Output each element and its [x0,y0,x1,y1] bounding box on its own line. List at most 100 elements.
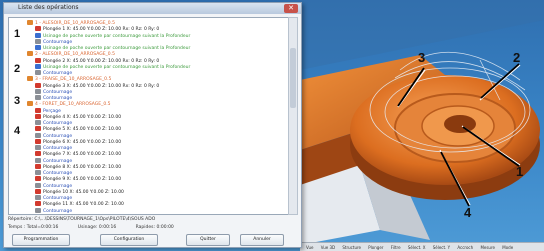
status-item[interactable]: Sélect. Y [433,245,450,250]
list-item[interactable]: Contournage [35,170,289,176]
list-item-label: Contournage [43,133,73,139]
viewport-marker-4: 4 [464,205,472,220]
list-item[interactable]: Contournage [35,145,289,151]
list-item[interactable]: Plongée 2 X: 45.00 Y:0.00 Z: 10.00 Rx: 0… [35,57,289,64]
status-item[interactable]: Vue [306,245,313,250]
list-item-label: Plongée 7 X: 45.00 Y:0.00 Z: 10.00 [43,152,122,158]
list-item[interactable]: 1 - ALESOIR_DE_10_ARROSAGE_0.5 [27,20,289,26]
list-item[interactable]: Plongée 6 X: 45.00 Y:0.00 Z: 10.00 [35,138,289,145]
list-item-label: Plongée 5 X: 45.00 Y:0.00 Z: 10.00 [43,127,122,133]
list-item[interactable]: Contournage [35,132,289,139]
list-item-label: Plongée 1 X: 45.00 Y:0.00 Z: 10.00 Rx: 0… [43,27,160,33]
list-item[interactable]: Usinage de poche ouverte par contournage… [35,63,289,70]
close-icon[interactable]: ✕ [284,4,298,13]
list-item[interactable]: Perçage [35,107,289,114]
operation-icon [35,45,41,50]
operation-icon [35,195,41,200]
operation-icon [35,132,41,138]
list-item[interactable]: Contournage [35,95,289,101]
operation-icon [35,32,41,38]
programmation-button[interactable]: Programmation [12,234,70,246]
list-item[interactable]: Contournage [35,182,289,189]
status-item[interactable]: Mode [502,245,513,250]
status-item[interactable]: Mesure [480,245,495,250]
operation-icon [35,95,41,100]
operation-icon [35,82,41,88]
list-item[interactable]: Usinage de poche ouverte par contournage… [35,45,289,51]
list-item-label: Plongée 11 X: 45.00 Y:0.00 Z: 10.00 [43,202,124,208]
list-item-label: Plongée 9 X: 45.00 Y:0.00 Z: 10.00 [43,177,122,183]
list-item-label: 1 - ALESOIR_DE_10_ARROSAGE_0.5 [35,21,115,26]
list-item[interactable]: Contournage [35,38,289,45]
scrollbar-thumb[interactable] [290,48,296,108]
operation-icon [35,163,41,169]
cancel-button[interactable]: Annuler [240,234,284,246]
list-item[interactable]: Plongée 7 X: 45.00 Y:0.00 Z: 10.00 [35,151,289,158]
list-item[interactable]: Contournage [35,120,289,126]
operation-icon [35,176,41,182]
list-item[interactable]: Plongée 10 X: 45.00 Y:0.00 Z: 10.00 [35,188,289,195]
list-item[interactable]: Contournage [35,70,289,76]
status-item[interactable]: Filtre [391,245,401,250]
quit-button[interactable]: Quitter [186,234,230,246]
list-item-label: Contournage [43,96,73,101]
list-item[interactable]: Plongée 8 X: 45.00 Y:0.00 Z: 10.00 [35,163,289,170]
operation-icon [35,70,41,75]
operation-icon [35,145,41,150]
list-marker-4: 4 [14,125,21,137]
list-item[interactable]: Usinage de poche ouverte par contournage… [35,32,289,39]
application-window: 3 2 1 4 Vue Vue 3D Structure Plonger Fil… [0,0,544,251]
dialog-title: Liste des opérations [18,4,79,11]
list-item[interactable]: Plongée 3 X: 45.00 Y:0.00 Z: 10.00 Rx: 0… [35,82,289,89]
list-item-label: Contournage [43,208,73,214]
viewport-marker-3: 3 [418,50,426,65]
list-item-label: Contournage [43,121,73,126]
status-item[interactable]: Vue 3D [321,245,335,250]
list-item[interactable]: Plongée 4 X: 45.00 Y:0.00 Z: 10.00 [35,113,289,120]
list-item[interactable]: Plongée 9 X: 45.00 Y:0.00 Z: 10.00 [35,176,289,183]
dialog-titlebar[interactable]: Liste des opérations ✕ [4,3,301,14]
list-item-label: Plongée 10 X: 45.00 Y:0.00 Z: 10.00 [43,189,124,195]
list-item[interactable]: Contournage [35,88,289,95]
list-item[interactable]: 2 - ALESOIR_DE_10_ARROSAGE_0.5 [27,51,289,57]
time-machining: Usinage: 0:00:16 [77,225,117,230]
operation-icon [35,188,41,194]
list-item[interactable]: Contournage [35,195,289,201]
operation-icon [35,38,41,44]
list-marker-1: 1 [14,28,21,40]
operation-icon [27,76,33,82]
configuration-button[interactable]: Configuration [100,234,158,246]
list-item-label: Contournage [43,146,73,151]
list-item[interactable]: Contournage [35,207,289,214]
status-item[interactable]: Accroch [457,245,473,250]
list-item[interactable]: 4 - FORET_DE_10_ARROSAGE_0.5 [27,101,289,108]
viewport-marker-1: 1 [516,164,524,179]
list-scrollbar[interactable] [288,17,298,215]
time-summary: Temps : Total=0:00:16 Usinage: 0:00:16 R… [8,224,296,231]
list-item-label: Usinage de poche ouverte par contournage… [43,33,191,39]
operation-icon [27,101,33,107]
list-item[interactable]: Plongée 1 X: 45.00 Y:0.00 Z: 10.00 Rx: 0… [35,26,289,33]
list-item[interactable]: Plongée 5 X: 45.00 Y:0.00 Z: 10.00 [35,126,289,133]
time-total: Temps : Total=0:00:16 [8,225,59,230]
list-item-label: Contournage [43,158,73,164]
operation-icon [35,120,41,125]
status-item[interactable]: Structure [342,245,361,250]
list-item-label: 4 - FORET_DE_10_ARROSAGE_0.5 [35,102,111,108]
list-item[interactable]: Contournage [35,157,289,164]
operations-list[interactable]: 1 - ALESOIR_DE_10_ARROSAGE_0.5 Plongée 1 … [8,17,290,215]
list-item-label: Contournage [43,39,73,45]
operation-icon [35,57,41,63]
operation-icon [35,170,41,175]
operation-icon [35,26,41,32]
operations-dialog: Liste des opérations ✕ 1 - ALESOIR_DE_10… [3,2,302,248]
list-item[interactable]: Plongée 11 X: 45.00 Y:0.00 Z: 10.00 [35,201,289,208]
time-rapid: Rapides: 0:00:00 [135,225,174,230]
list-item-label: Plongée 4 X: 45.00 Y:0.00 Z: 10.00 [43,114,122,120]
status-item[interactable]: Sélect. X [408,245,426,250]
operation-icon [35,151,41,157]
list-item[interactable]: 3 - FRAISE_DE_10_ARROSAGE_0.5 [27,76,289,82]
list-item-label: Contournage [43,71,73,76]
operation-icon [35,207,41,213]
status-item[interactable]: Plonger [368,245,383,250]
